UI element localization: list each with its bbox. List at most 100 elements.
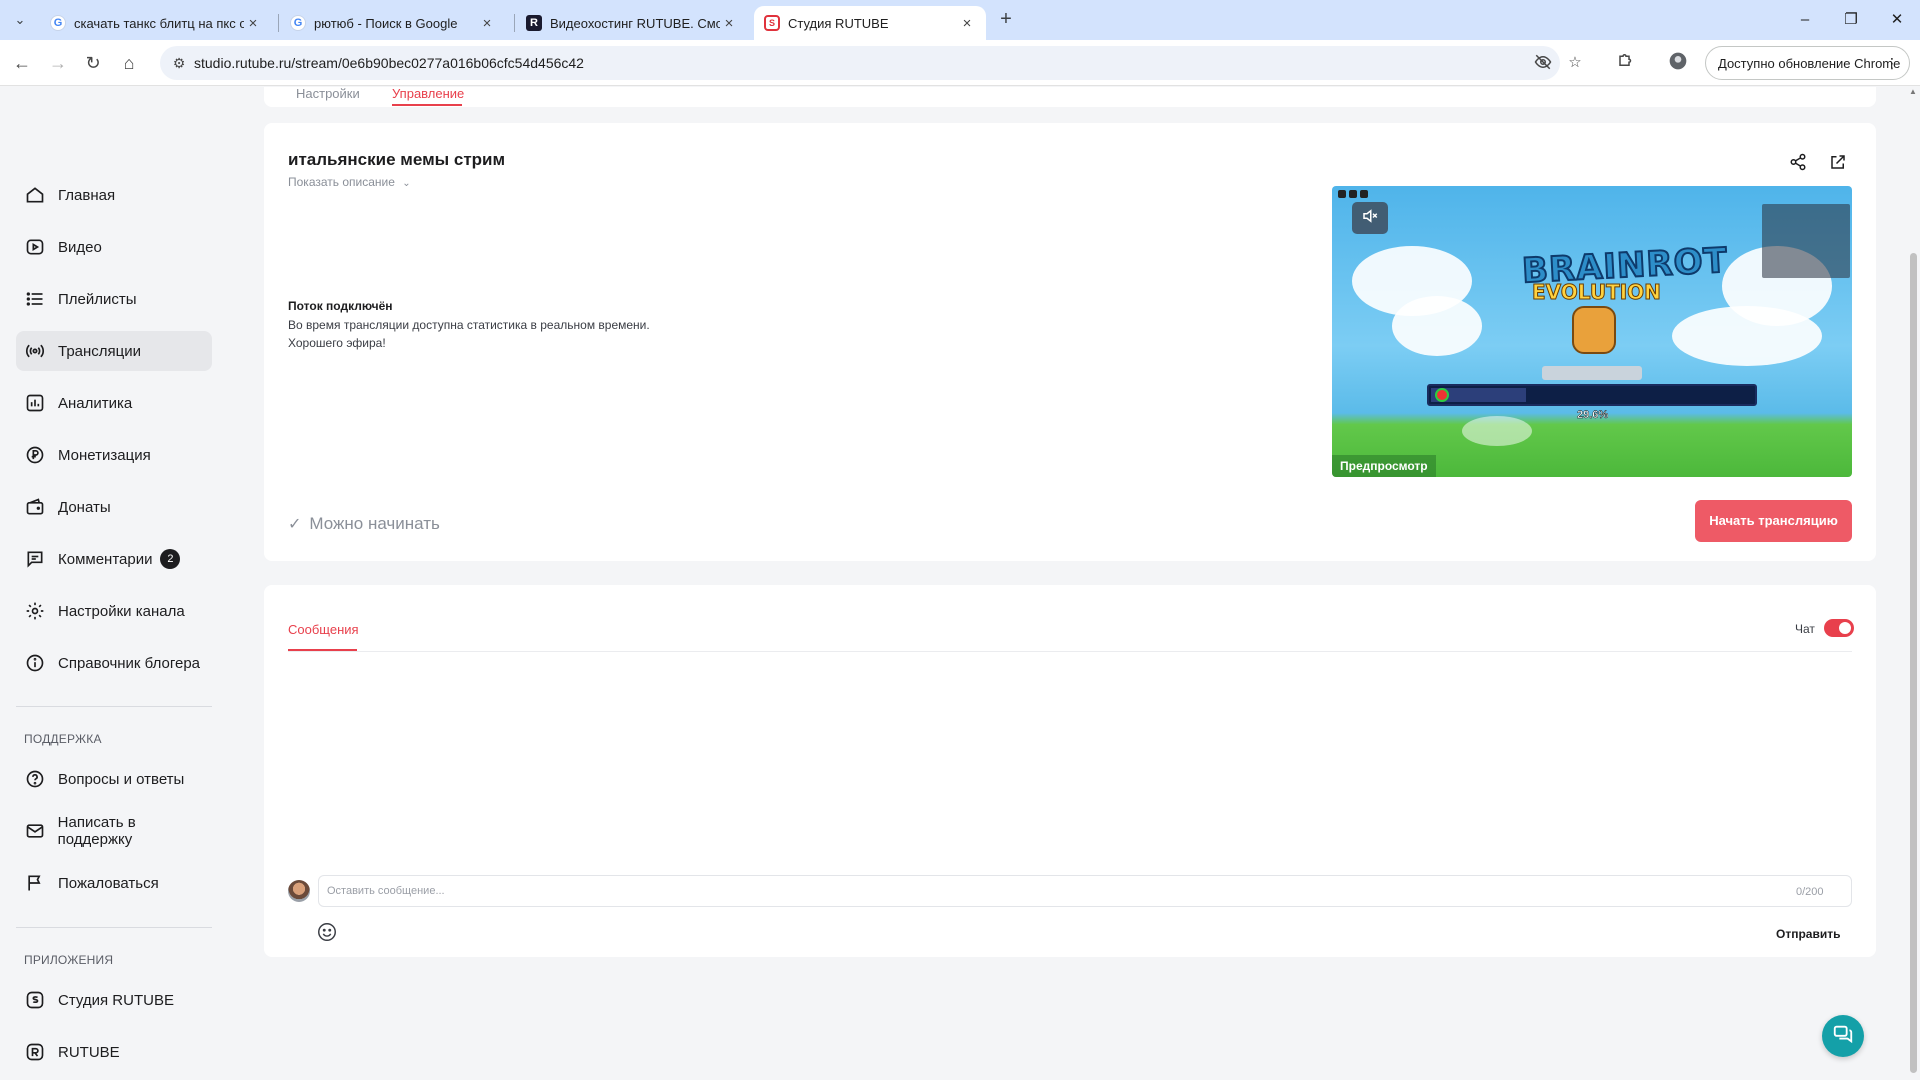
browser-tab[interactable]: G скачать танкс блитц на пкс оф × — [40, 6, 272, 40]
browser-tab[interactable]: G рютюб - Поиск в Google × — [280, 6, 506, 40]
sidebar-item-label: Видео — [58, 238, 102, 256]
sidebar-divider — [16, 706, 212, 707]
support-chat-button[interactable] — [1822, 1015, 1864, 1057]
browser-tab[interactable]: R Видеохостинг RUTUBE. Смотри × — [516, 6, 748, 40]
site-info-icon[interactable]: ⚙ — [170, 54, 188, 72]
sidebar-item-blogger-guide[interactable]: Справочник блогера — [16, 643, 212, 683]
forward-icon[interactable]: → — [45, 50, 71, 76]
share-icon[interactable] — [1785, 149, 1811, 175]
sidebar-item-label: Настройки канала — [58, 602, 185, 620]
check-icon: ✓ — [288, 516, 302, 533]
chrome-update-button[interactable]: Доступно обновление Chrome ⋮ — [1705, 46, 1910, 80]
back-icon[interactable]: ← — [9, 50, 35, 76]
sidebar-item-studio-rutube[interactable]: Студия RUTUBE — [16, 980, 212, 1020]
watermelon-icon — [1435, 388, 1449, 402]
sidebar-item-faq[interactable]: Вопросы и ответы — [16, 759, 212, 799]
extensions-icon[interactable] — [1614, 51, 1638, 75]
mute-button[interactable] — [1352, 202, 1388, 234]
scrollbar-thumb[interactable] — [1910, 253, 1917, 1073]
sidebar: Главная Видео Плейлисты Трансляции Анали… — [0, 87, 230, 1080]
sidebar-item-label: Справочник блогера — [58, 654, 201, 672]
sidebar-item-playlists[interactable]: Плейлисты — [16, 279, 212, 319]
sidebar-item-label: Студия RUTUBE — [58, 991, 174, 1009]
game-pedestal — [1542, 366, 1642, 380]
game-logo-subtitle: EVOLUTION — [1532, 280, 1662, 305]
sidebar-item-label: Главная — [58, 186, 116, 204]
reload-icon[interactable]: ↻ — [80, 50, 106, 76]
google-icon: G — [290, 15, 306, 31]
sidebar-item-broadcasts[interactable]: Трансляции — [16, 331, 212, 371]
comment-icon — [24, 548, 46, 570]
stream-status-text: Во время трансляции доступна статистика … — [288, 318, 650, 332]
open-external-icon[interactable] — [1825, 149, 1851, 175]
question-icon — [24, 768, 46, 790]
stream-preview[interactable]: BRAINROT EVOLUTION 29.6% Предпросмотр — [1332, 186, 1852, 477]
close-tab-icon[interactable]: × — [720, 15, 738, 32]
sidebar-item-label: Пожаловаться — [58, 874, 159, 892]
emoji-icon[interactable] — [316, 921, 340, 945]
sidebar-item-home[interactable]: Главная — [16, 175, 212, 215]
tab-title: скачать танкс блитц на пкс оф — [74, 15, 244, 31]
sidebar-item-rutube[interactable]: RUTUBE — [16, 1032, 212, 1072]
info-icon — [24, 652, 46, 674]
sidebar-item-analytics[interactable]: Аналитика — [16, 383, 212, 423]
ready-status: ✓ Можно начинать — [288, 514, 440, 534]
sidebar-item-write-support[interactable]: Написать в поддержку — [16, 811, 212, 851]
bookmark-star-icon[interactable]: ☆ — [1564, 53, 1586, 73]
sidebar-item-report[interactable]: Пожаловаться — [16, 863, 212, 903]
broadcast-icon — [24, 340, 46, 362]
sidebar-item-comments[interactable]: Комментарии 2 — [16, 539, 212, 579]
sidebar-item-donations[interactable]: Донаты — [16, 487, 212, 527]
close-tab-icon[interactable]: × — [958, 15, 976, 32]
scroll-up-icon[interactable]: ▲ — [1909, 87, 1917, 96]
sidebar-item-label: Донаты — [58, 498, 111, 516]
tab-messages[interactable]: Сообщения — [288, 622, 359, 637]
eye-off-icon[interactable] — [1532, 53, 1554, 73]
comments-count-badge: 2 — [160, 549, 181, 569]
sidebar-item-label: Трансляции — [58, 342, 142, 360]
page-scrollbar[interactable]: ▲ — [1906, 87, 1920, 1080]
sidebar-item-channel-settings[interactable]: Настройки канала — [16, 591, 212, 631]
minimize-icon[interactable]: – — [1790, 8, 1820, 32]
close-tab-icon[interactable]: × — [244, 15, 262, 32]
tab-separator — [514, 14, 515, 32]
tab-separator — [278, 14, 279, 32]
char-counter: 0/200 — [1796, 886, 1824, 898]
rutube-studio-icon: S — [764, 15, 780, 31]
preview-cloud — [1462, 416, 1532, 446]
chat-bubbles-icon — [1832, 1023, 1854, 1050]
flag-icon — [24, 872, 46, 894]
send-message-button[interactable]: Отправить — [1776, 927, 1840, 941]
restore-icon[interactable]: ❐ — [1836, 8, 1866, 32]
stream-title: итальянские мемы стрим — [288, 150, 506, 169]
game-progress-bar — [1427, 384, 1757, 406]
profile-icon[interactable] — [1666, 51, 1690, 75]
show-description-label: Показать описание — [288, 175, 395, 189]
chat-divider — [288, 651, 1852, 652]
home-icon[interactable]: ⌂ — [116, 50, 142, 76]
playlist-icon — [24, 288, 46, 310]
apps-section-title: ПРИЛОЖЕНИЯ — [24, 953, 114, 967]
game-progress-label: 29.6% — [1577, 409, 1609, 421]
preview-label: Предпросмотр — [1332, 455, 1436, 477]
update-label: Доступно обновление Chrome — [1718, 56, 1901, 71]
game-character — [1572, 306, 1616, 354]
tab-settings[interactable]: Настройки — [296, 87, 360, 101]
new-tab-icon[interactable]: + — [994, 8, 1018, 32]
url-text[interactable]: studio.rutube.ru/stream/0e6b90bec0277a01… — [194, 55, 584, 71]
chat-message-input[interactable] — [318, 875, 1852, 907]
tab-management[interactable]: Управление — [392, 87, 464, 101]
address-bar[interactable]: ⚙ studio.rutube.ru/stream/0e6b90bec0277a… — [160, 46, 1582, 80]
show-description-toggle[interactable]: Показать описание ⌄ — [288, 175, 411, 189]
browser-tab-active[interactable]: S Студия RUTUBE × — [754, 6, 986, 40]
tab-search-button[interactable]: ⌄ — [8, 8, 32, 32]
chevron-down-icon: ⌄ — [402, 178, 411, 189]
start-stream-button[interactable]: Начать трансляцию — [1695, 500, 1852, 542]
close-window-icon[interactable]: ✕ — [1882, 8, 1912, 32]
analytics-icon — [24, 392, 46, 414]
sidebar-item-monetization[interactable]: Монетизация — [16, 435, 212, 475]
chat-toggle[interactable] — [1824, 619, 1854, 637]
sidebar-item-video[interactable]: Видео — [16, 227, 212, 267]
mail-icon — [24, 820, 46, 842]
close-tab-icon[interactable]: × — [478, 15, 496, 32]
